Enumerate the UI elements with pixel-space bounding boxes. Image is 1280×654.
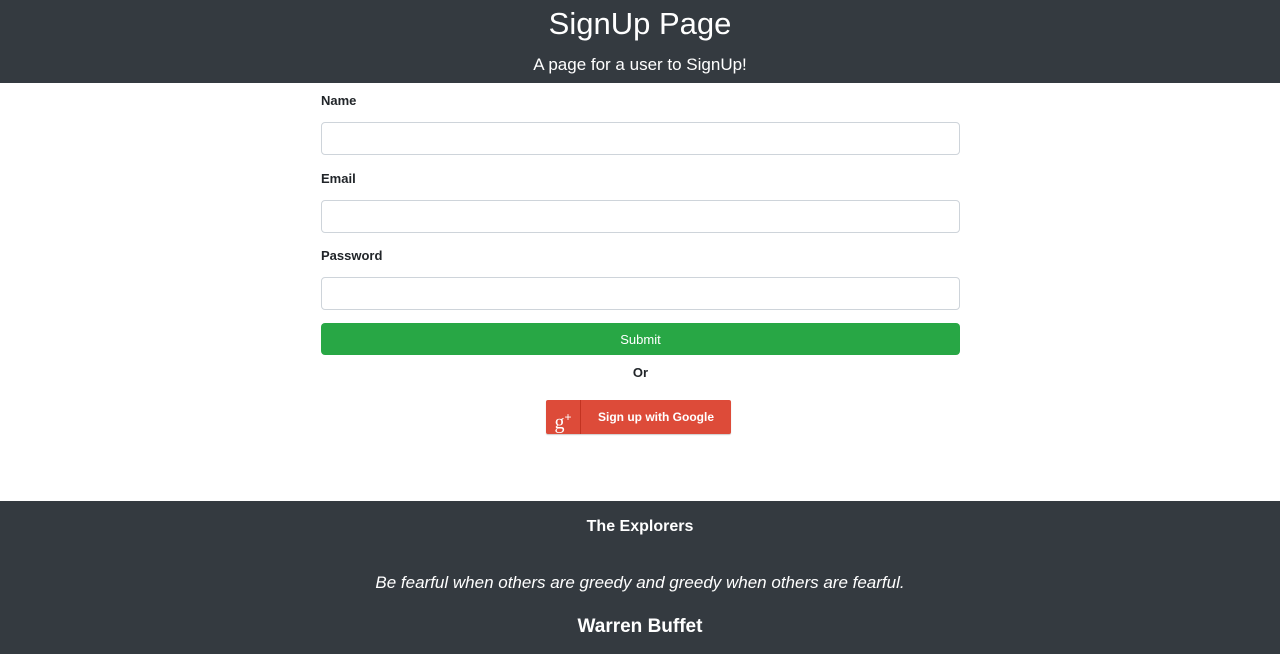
google-signup-button[interactable]: g+ Sign up with Google — [546, 400, 731, 434]
page-subtitle: A page for a user to SignUp! — [533, 55, 747, 74]
submit-button[interactable]: Submit — [321, 323, 960, 355]
footer-quote-author: Warren Buffet — [577, 616, 703, 637]
or-divider-text: Or — [632, 365, 649, 380]
name-label: Name — [321, 93, 357, 108]
google-plus-icon: g+ — [546, 400, 581, 434]
email-label: Email — [321, 171, 356, 186]
name-field[interactable] — [321, 122, 960, 155]
footer-team-name: The Explorers — [586, 518, 694, 535]
email-field[interactable] — [321, 200, 960, 233]
footer-quote: Be fearful when others are greedy and gr… — [375, 573, 905, 592]
password-field[interactable] — [321, 277, 960, 310]
page-footer: The Explorers Be fearful when others are… — [0, 501, 1280, 654]
page-header: SignUp Page A page for a user to SignUp! — [0, 0, 1280, 83]
page-title: SignUp Page — [548, 6, 732, 41]
google-signup-label: Sign up with Google — [598, 410, 714, 424]
password-label: Password — [321, 248, 383, 263]
